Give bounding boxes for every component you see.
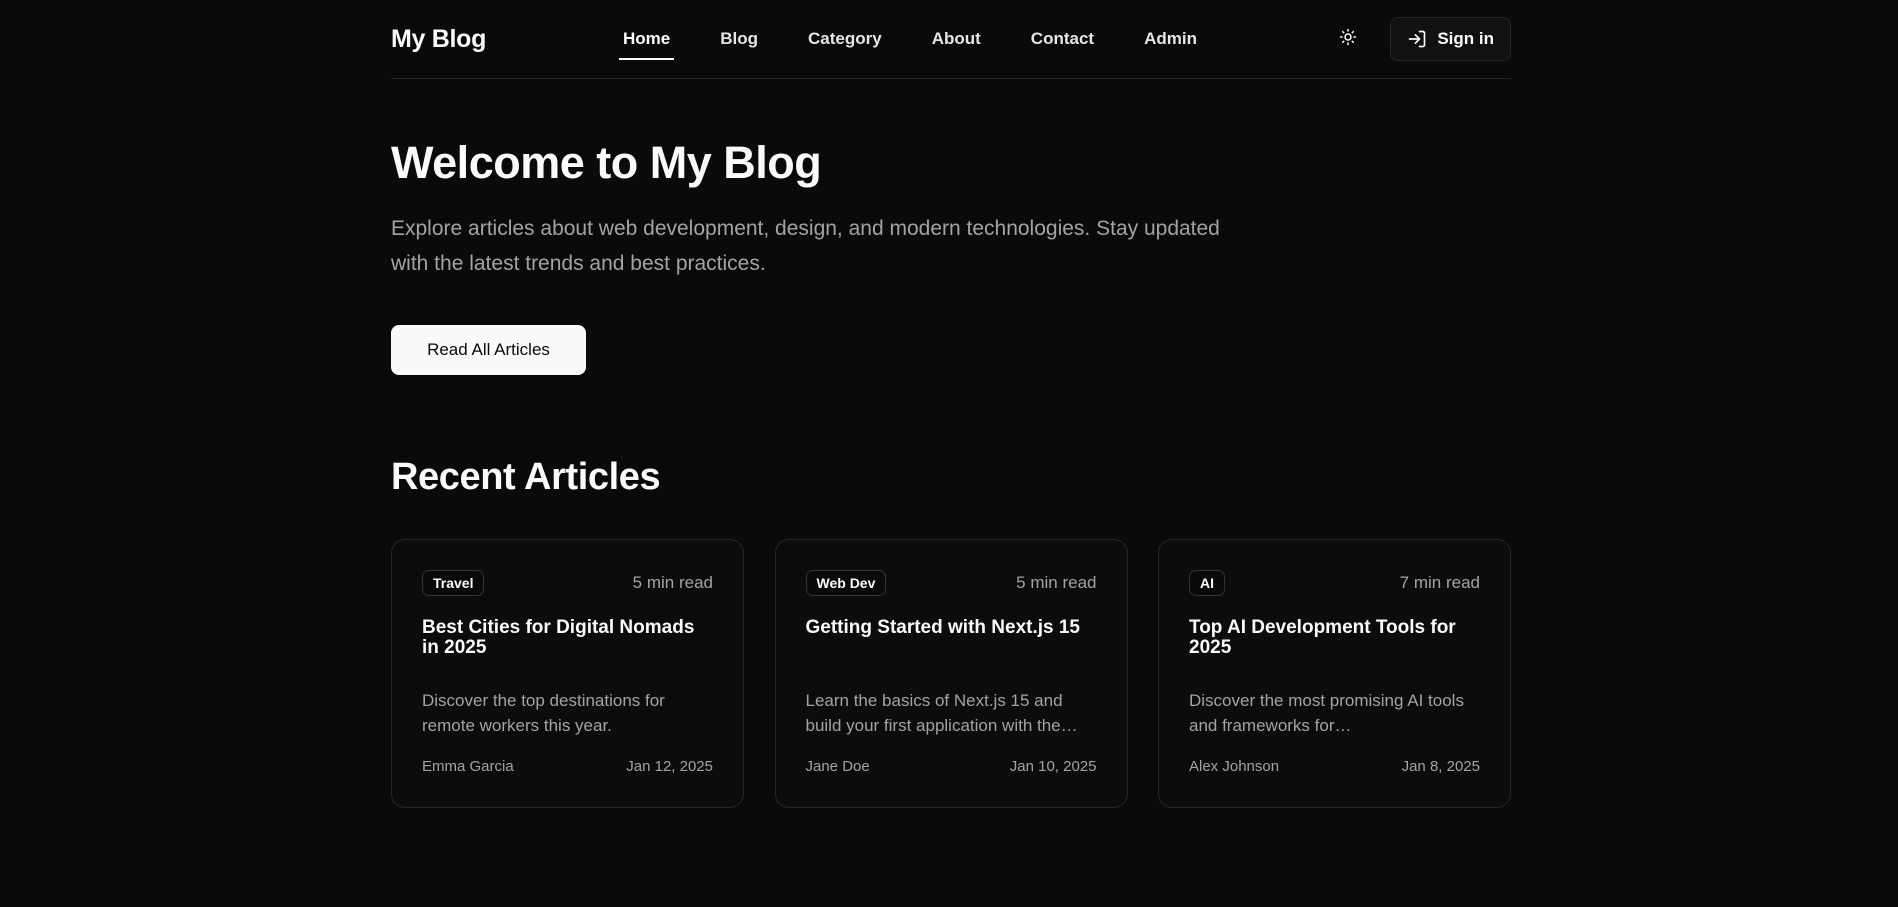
- article-date: Jan 8, 2025: [1401, 757, 1480, 775]
- nav-admin[interactable]: Admin: [1140, 0, 1201, 78]
- article-date: Jan 10, 2025: [1009, 757, 1097, 775]
- article-excerpt: Discover the most promising AI tools and…: [1189, 690, 1464, 735]
- card-meta: Web Dev 5 min read: [805, 569, 1097, 596]
- read-time: 7 min read: [1399, 572, 1480, 592]
- card-footer: Jane Doe Jan 10, 2025: [806, 758, 1097, 775]
- article-card[interactable]: Web Dev 5 min read Getting Started with …: [774, 538, 1128, 808]
- sign-in-button[interactable]: Sign in: [1390, 17, 1511, 61]
- header-actions: Sign in: [1330, 0, 1511, 78]
- read-time: 5 min read: [632, 572, 713, 592]
- card-footer: Alex Johnson Jan 8, 2025: [1189, 758, 1480, 775]
- log-in-icon: [1407, 29, 1427, 49]
- nav-about[interactable]: About: [928, 0, 985, 78]
- article-author: Emma Garcia: [422, 757, 514, 775]
- nav-contact[interactable]: Contact: [1027, 0, 1098, 78]
- read-time: 5 min read: [1016, 572, 1097, 592]
- article-excerpt: Learn the basics of Next.js 15 and build…: [805, 690, 1078, 735]
- site-header: My Blog Home Blog Category About Contact…: [391, 0, 1511, 79]
- hero-description: Explore articles about web development, …: [391, 216, 1220, 275]
- sign-in-label: Sign in: [1437, 29, 1494, 48]
- article-cards: Travel 5 min read Best Cities for Digita…: [391, 538, 1511, 808]
- nav-home[interactable]: Home: [619, 0, 675, 78]
- article-author: Jane Doe: [805, 757, 870, 775]
- read-all-articles-button[interactable]: Read All Articles: [391, 324, 586, 375]
- article-card[interactable]: Travel 5 min read Best Cities for Digita…: [391, 538, 744, 808]
- article-title[interactable]: Top AI Development Tools for 2025: [1189, 617, 1480, 662]
- card-meta: AI 7 min read: [1189, 569, 1480, 596]
- article-excerpt: Discover the top destinations for remote…: [422, 690, 665, 735]
- article-title[interactable]: Getting Started with Next.js 15: [806, 617, 1097, 662]
- category-badge: AI: [1189, 569, 1225, 596]
- hero-section: Welcome to My Blog Explore articles abou…: [391, 79, 1511, 375]
- nav-category[interactable]: Category: [804, 0, 886, 78]
- hero-title: Welcome to My Blog: [391, 137, 822, 188]
- article-card[interactable]: AI 7 min read Top AI Development Tools f…: [1158, 538, 1511, 808]
- main-nav: Home Blog Category About Contact Admin: [619, 0, 1243, 78]
- category-badge: Travel: [422, 569, 485, 596]
- category-badge: Web Dev: [805, 569, 887, 596]
- article-date: Jan 12, 2025: [626, 757, 713, 775]
- card-meta: Travel 5 min read: [422, 569, 713, 596]
- article-author: Alex Johnson: [1189, 757, 1280, 775]
- sun-icon: [1339, 28, 1357, 51]
- page-container: My Blog Home Blog Category About Contact…: [391, 0, 1511, 808]
- theme-toggle-button[interactable]: [1330, 21, 1366, 57]
- recent-articles-section: Recent Articles Travel 5 min read Best C…: [391, 455, 1511, 808]
- card-footer: Emma Garcia Jan 12, 2025: [422, 758, 713, 775]
- site-logo[interactable]: My Blog: [391, 25, 486, 54]
- recent-articles-title: Recent Articles: [391, 455, 661, 498]
- nav-blog[interactable]: Blog: [716, 0, 762, 78]
- article-title[interactable]: Best Cities for Digital Nomads in 2025: [422, 617, 713, 662]
